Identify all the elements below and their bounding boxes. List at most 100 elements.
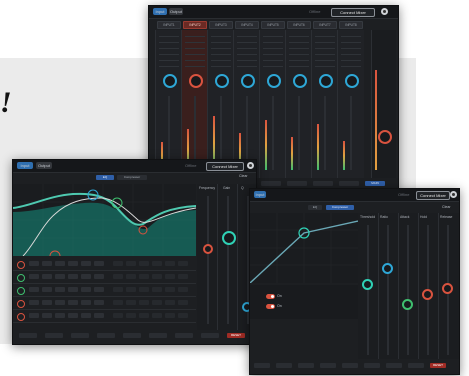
gain-knob[interactable] (222, 231, 236, 245)
channel-tab[interactable]: INPUT6 (287, 21, 311, 29)
settings-gear-icon[interactable] (381, 8, 388, 15)
param-fader[interactable] (387, 225, 389, 355)
connect-mixer-button[interactable]: Connect Mixer (206, 162, 244, 171)
strip-button[interactable] (339, 181, 359, 186)
gain-header: Gain (223, 186, 231, 190)
settings-gear-icon[interactable] (247, 162, 254, 169)
channel-fader[interactable] (298, 96, 300, 170)
param-knob[interactable] (362, 279, 373, 290)
band-button[interactable] (71, 333, 89, 338)
band-button[interactable] (201, 333, 219, 338)
eq-band-row[interactable] (13, 297, 196, 310)
master-knob[interactable] (378, 130, 392, 144)
compressor-mode-tab[interactable]: Compressor (326, 205, 354, 210)
compressor-toggle-area: On On (250, 285, 358, 319)
band-button[interactable] (19, 333, 37, 338)
channel-gain-knob[interactable] (267, 74, 281, 88)
param-column-header: Release (440, 215, 453, 219)
level-meter (291, 137, 293, 170)
channel-tab[interactable]: INPUT3 (209, 21, 233, 29)
channel-gain-knob[interactable] (189, 74, 203, 88)
connect-mixer-button[interactable]: Connect Mixer (331, 8, 375, 17)
eq-window: Input Output Offline Connect Mixer EQ Co… (12, 159, 257, 345)
eq-mode-tab[interactable]: EQ (308, 205, 322, 210)
connect-mixer-button[interactable]: Connect Mixer (416, 191, 450, 200)
compressor-side-panel: Threshold Ratio Attack Hold Release (358, 213, 459, 359)
eq-band-row[interactable] (13, 258, 196, 271)
clear-button[interactable]: Clear (239, 174, 248, 178)
channel-button[interactable] (320, 363, 336, 368)
eq-band-row[interactable] (13, 271, 196, 284)
tab-output[interactable]: Output (169, 8, 183, 15)
compressor-on-toggle[interactable] (266, 294, 275, 299)
channel-button[interactable] (276, 363, 292, 368)
frequency-header: Frequency (199, 186, 216, 190)
tab-input[interactable]: Input (153, 8, 167, 15)
tab-input[interactable]: Input (17, 162, 33, 169)
connection-status: Offline (309, 9, 321, 14)
channel-fader[interactable] (272, 96, 274, 170)
band-button[interactable] (45, 333, 63, 338)
channel-button[interactable] (408, 363, 424, 368)
band-button[interactable] (97, 333, 115, 338)
frequency-knob[interactable] (203, 244, 213, 254)
channel-tab[interactable]: INPUT2 (183, 21, 207, 29)
channel-gain-knob[interactable] (241, 74, 255, 88)
channel-button[interactable] (254, 363, 270, 368)
eq-mode-tab[interactable]: EQ (96, 175, 114, 180)
strip-button[interactable] (313, 181, 333, 186)
channel-strip (155, 30, 182, 178)
reset-button[interactable]: RESET (227, 333, 245, 338)
channel-gain-knob[interactable] (163, 74, 177, 88)
channel-tab[interactable]: INPUT5 (261, 21, 285, 29)
channel-tab[interactable]: INPUT7 (313, 21, 337, 29)
strip-button[interactable] (287, 181, 307, 186)
clear-button[interactable]: Clear (442, 205, 451, 209)
settings-gear-icon[interactable] (450, 191, 457, 198)
toggle-label-2: On (277, 304, 282, 308)
eq-band-row[interactable] (13, 310, 196, 323)
channel-button[interactable] (342, 363, 358, 368)
tab-input[interactable]: Input (254, 191, 266, 198)
param-knob[interactable] (402, 299, 413, 310)
connection-status: Offline (185, 163, 197, 168)
param-fader[interactable] (407, 225, 409, 355)
channel-strip (233, 30, 260, 178)
channel-gain-knob[interactable] (319, 74, 333, 88)
eq-band-row[interactable] (13, 284, 196, 297)
channel-tab[interactable]: INPUT8 (339, 21, 363, 29)
main-button[interactable]: MAIN (365, 181, 385, 186)
band-indicator-icon (17, 261, 25, 269)
param-knob[interactable] (442, 283, 453, 294)
channel-fader[interactable] (350, 96, 352, 170)
channel-fader[interactable] (324, 96, 326, 170)
channel-button[interactable] (364, 363, 380, 368)
channel-gain-knob[interactable] (293, 74, 307, 88)
channel-gain-knob[interactable] (345, 74, 359, 88)
channel-button[interactable] (298, 363, 314, 368)
channel-gain-knob[interactable] (215, 74, 229, 88)
q-header: Q (241, 186, 244, 190)
band-indicator-icon (17, 287, 25, 295)
param-column-header: Ratio (380, 215, 388, 219)
param-fader[interactable] (367, 225, 369, 355)
channel-tab[interactable]: INPUT4 (235, 21, 259, 29)
channel-tab[interactable]: INPUT1 (157, 21, 181, 29)
band-button[interactable] (123, 333, 141, 338)
tab-output[interactable]: Output (36, 162, 52, 169)
limiter-on-toggle[interactable] (266, 304, 275, 309)
channel-strip (311, 30, 338, 178)
param-knob[interactable] (422, 289, 433, 300)
channel-strip (337, 30, 364, 178)
eq-curve-graph[interactable] (13, 184, 196, 256)
strip-button[interactable] (261, 181, 281, 186)
band-button[interactable] (175, 333, 193, 338)
reset-button[interactable]: RESET (430, 363, 446, 368)
level-meter (343, 141, 345, 170)
eq-topbar: Input Output Offline Connect Mixer (13, 160, 256, 173)
compressor-curve-graph[interactable] (250, 213, 358, 283)
channel-button[interactable] (386, 363, 402, 368)
param-knob[interactable] (382, 263, 393, 274)
band-button[interactable] (149, 333, 167, 338)
compressor-mode-tab[interactable]: Compressor (117, 175, 147, 180)
